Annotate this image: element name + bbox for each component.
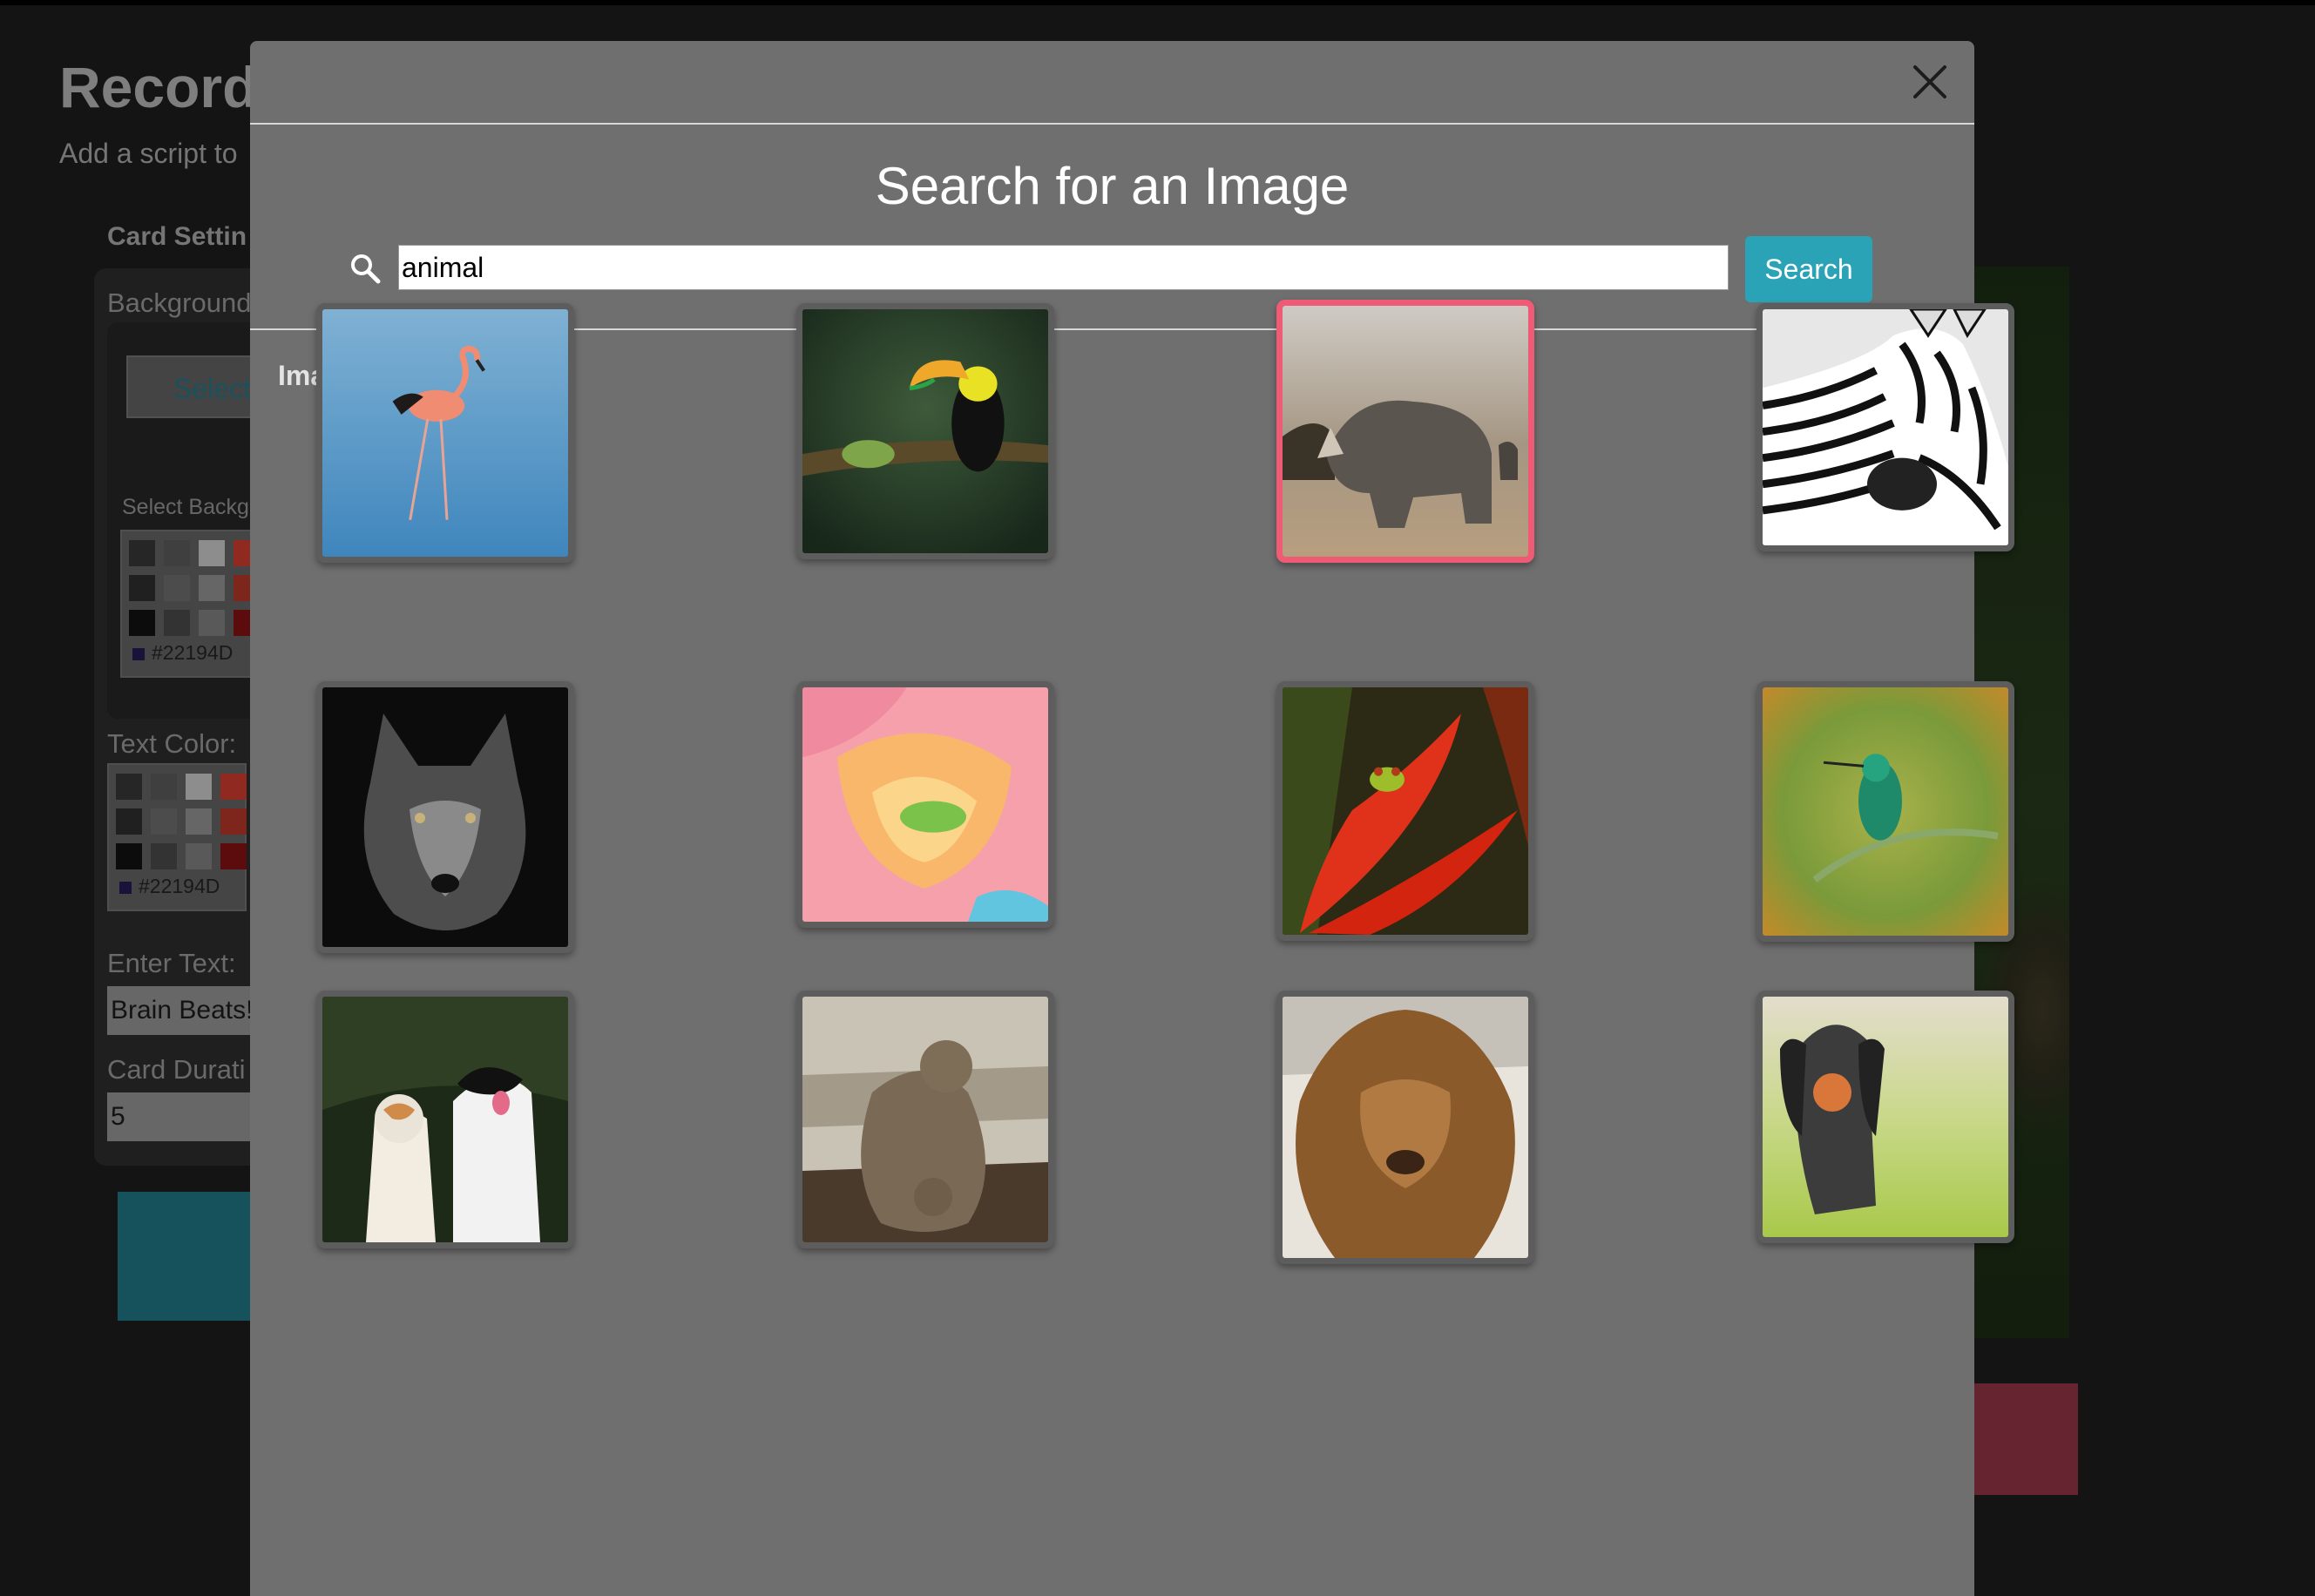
- toucan-image: [802, 309, 1048, 553]
- hummingbird-image: [1763, 687, 2008, 936]
- rhinoceros-image: [1283, 306, 1528, 557]
- image-result-rhinoceros[interactable]: [1276, 300, 1534, 563]
- image-result-toucan[interactable]: [796, 303, 1054, 559]
- search-button[interactable]: Search: [1745, 236, 1872, 302]
- image-result-spaniel-with-ball[interactable]: [1757, 991, 2014, 1243]
- cat-and-dog-image: [322, 997, 568, 1242]
- zebra-image: [1763, 309, 2008, 545]
- spaniel-with-ball-image: [1763, 997, 2008, 1237]
- modal-header: [250, 41, 1974, 125]
- image-result-frog-in-rose[interactable]: [796, 681, 1054, 928]
- frog-on-heliconia-image: [1283, 687, 1528, 935]
- image-result-quokka[interactable]: [796, 991, 1054, 1248]
- image-result-lion[interactable]: [1276, 991, 1534, 1264]
- image-result-flamingo[interactable]: [316, 303, 574, 563]
- image-result-frog-on-heliconia[interactable]: [1276, 681, 1534, 941]
- modal-title: Search for an Image: [875, 157, 1350, 215]
- frog-in-rose-image: [802, 687, 1048, 922]
- flamingo-image: [322, 309, 568, 557]
- close-icon[interactable]: [1910, 62, 1950, 102]
- image-result-wolf[interactable]: [316, 681, 574, 953]
- search-input[interactable]: [398, 245, 1729, 290]
- image-result-cat-and-dog[interactable]: [316, 991, 574, 1248]
- search-icon: [349, 252, 382, 285]
- image-search-modal: Search for an Image Search Image Results: [250, 41, 2014, 1596]
- image-result-zebra[interactable]: [1757, 303, 2014, 551]
- wolf-image: [322, 687, 568, 947]
- lion-image: [1283, 997, 1528, 1258]
- quokka-image: [802, 997, 1048, 1242]
- image-result-hummingbird[interactable]: [1757, 681, 2014, 942]
